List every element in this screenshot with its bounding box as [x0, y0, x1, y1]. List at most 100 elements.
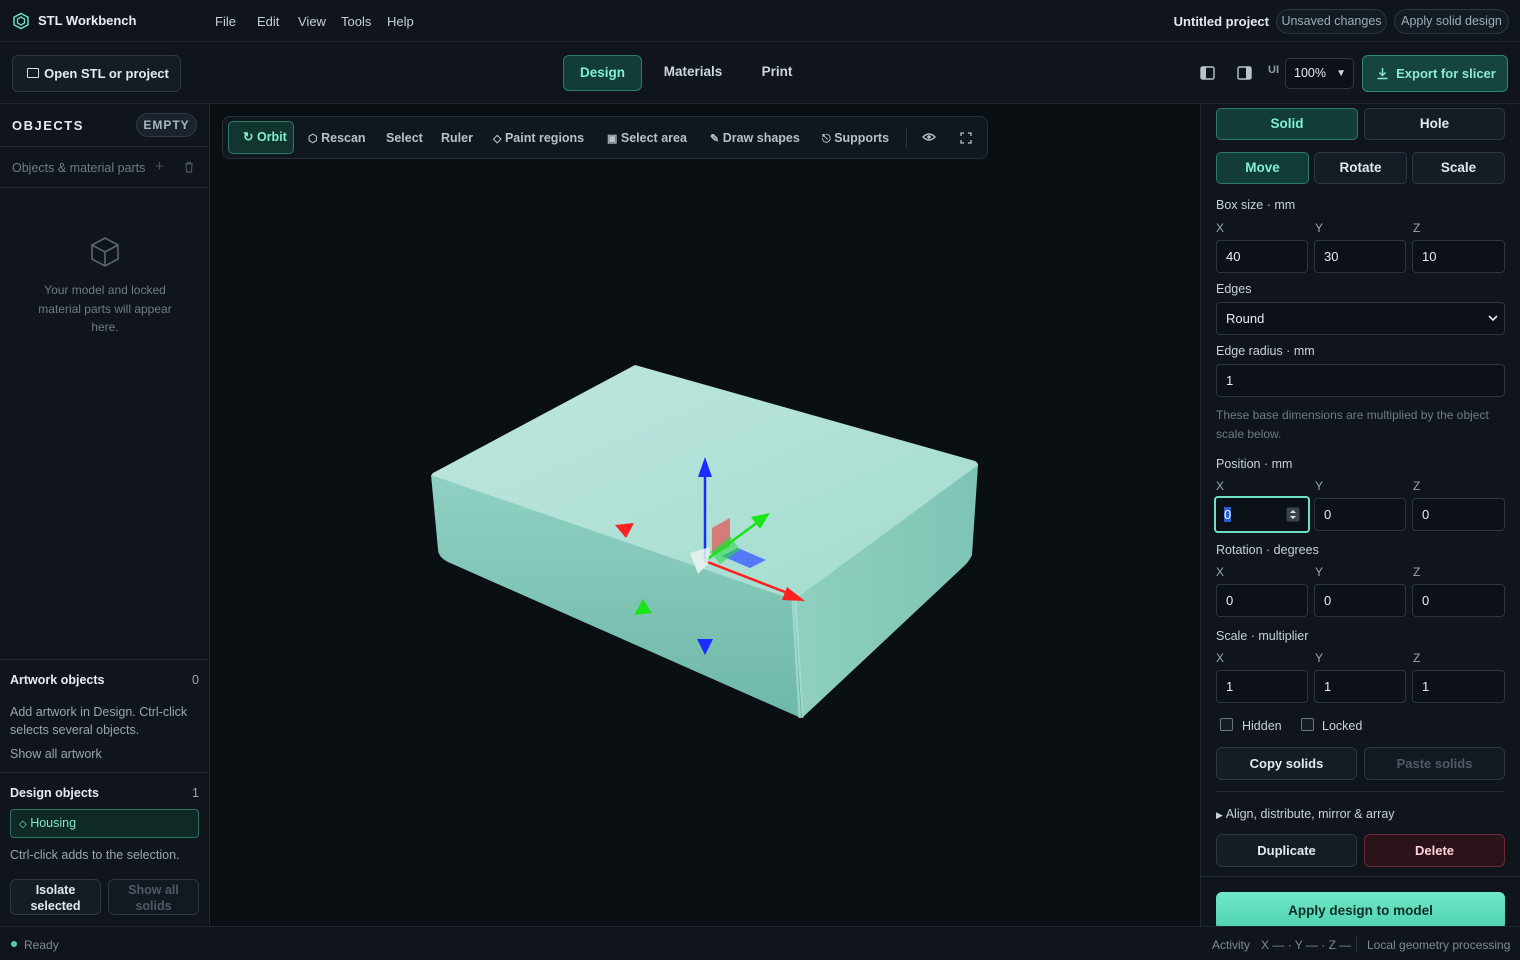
divider [0, 187, 209, 188]
rotate-button[interactable]: Rotate [1314, 152, 1407, 184]
design-objects-title: Design objects [10, 786, 99, 800]
objects-panel [0, 104, 210, 926]
scale-button[interactable]: Scale [1412, 152, 1505, 184]
axis-label-y: Y [1315, 479, 1324, 493]
duplicate-button[interactable]: Duplicate [1216, 834, 1357, 867]
align-distribute-expander[interactable]: ▶ Align, distribute, mirror & array [1216, 807, 1395, 821]
download-icon [1377, 68, 1388, 80]
artwork-count: 0 [192, 673, 199, 687]
axis-label-z: Z [1413, 479, 1421, 493]
project-title: Untitled project [1173, 14, 1269, 29]
diamond-icon: ◇ [19, 819, 27, 830]
scale-y-input[interactable]: 1 [1314, 670, 1406, 703]
scale-x-input[interactable]: 1 [1216, 670, 1308, 703]
artwork-hint: Add artwork in Design. Ctrl-click select… [10, 705, 188, 737]
ui-zoom-select[interactable]: 100% ▼ [1285, 58, 1354, 89]
app-title: STL Workbench [38, 13, 137, 28]
objects-heading: OBJECTS [12, 118, 84, 133]
coordinates-readout: X — · Y — · Z — [1261, 938, 1352, 952]
trash-icon[interactable] [184, 161, 194, 173]
hidden-checkbox[interactable] [1220, 718, 1233, 731]
axis-label-y: Y [1315, 651, 1324, 665]
locked-checkbox[interactable] [1301, 718, 1314, 731]
menu-help[interactable]: Help [387, 14, 414, 29]
position-label: Position · mm [1216, 457, 1293, 471]
menu-file[interactable]: File [215, 14, 236, 29]
edges-label: Edges [1216, 282, 1252, 296]
design-object-housing[interactable]: ◇ Housing [10, 809, 199, 838]
isolate-selected-button[interactable]: Isolate selected [10, 879, 101, 915]
tab-print[interactable]: Print [745, 55, 809, 91]
move-button[interactable]: Move [1216, 152, 1309, 184]
design-count: 1 [192, 786, 199, 800]
status-dot-icon [11, 941, 17, 947]
menu-edit[interactable]: Edit [257, 14, 279, 29]
status-ready: Ready [24, 938, 59, 952]
solid-mode-button[interactable]: Solid [1216, 108, 1358, 140]
cube-icon [91, 237, 119, 267]
rotation-y-input[interactable]: 0 [1314, 584, 1406, 617]
position-z-input[interactable]: 0 [1412, 498, 1505, 531]
divider [1216, 791, 1505, 792]
menu-tools[interactable]: Tools [341, 14, 371, 29]
apply-solid-design-button[interactable]: Apply solid design [1394, 9, 1509, 34]
rotation-z-input[interactable]: 0 [1412, 584, 1505, 617]
tab-materials[interactable]: Materials [651, 55, 735, 91]
axis-label-x: X [1216, 565, 1225, 579]
divider [0, 659, 209, 660]
open-stl-button[interactable]: Open STL or project [12, 55, 181, 92]
rotation-x-input[interactable]: 0 [1216, 584, 1308, 617]
cube-logo-icon [13, 12, 29, 30]
axis-label-z: Z [1413, 565, 1421, 579]
housing-label: Housing [30, 816, 77, 830]
axis-label-y: Y [1315, 221, 1324, 235]
divider [1201, 876, 1520, 877]
copy-solids-button[interactable]: Copy solids [1216, 747, 1357, 780]
apply-design-to-model-button[interactable]: Apply design to model [1216, 892, 1505, 930]
delete-button[interactable]: Delete [1364, 834, 1505, 867]
box-size-x-input[interactable]: 40 [1216, 240, 1308, 273]
folder-icon [27, 68, 39, 78]
position-y-input[interactable]: 0 [1314, 498, 1406, 531]
empty-objects-hint: Your model and locked material parts wil… [38, 283, 172, 334]
objects-parts-label: Objects & material parts [12, 161, 146, 175]
right-panel-toggle-icon[interactable] [1237, 66, 1252, 80]
box-size-label: Box size · mm [1216, 198, 1296, 212]
artwork-objects-title: Artwork objects [10, 673, 105, 687]
axis-label-y: Y [1315, 565, 1324, 579]
hidden-label: Hidden [1242, 719, 1282, 733]
box-size-z-input[interactable]: 10 [1412, 240, 1505, 273]
model-render[interactable] [210, 104, 1200, 926]
axis-label-x: X [1216, 479, 1225, 493]
edge-radius-label: Edge radius · mm [1216, 344, 1315, 358]
tab-design[interactable]: Design [563, 55, 642, 91]
export-for-slicer-button[interactable]: Export for slicer [1362, 55, 1508, 92]
position-x-value: 0 [1224, 507, 1232, 522]
align-distribute-label: Align, distribute, mirror & array [1225, 807, 1395, 821]
show-all-artwork-link[interactable]: Show all artwork [10, 745, 102, 763]
local-processing-label: Local geometry processing [1367, 938, 1511, 952]
edge-radius-input[interactable]: 1 [1216, 364, 1505, 397]
ui-scale-label: UI [1268, 64, 1279, 76]
scale-label: Scale · multiplier [1216, 629, 1309, 643]
paste-solids-button[interactable]: Paste solids [1364, 747, 1505, 780]
axis-label-x: X [1216, 651, 1225, 665]
locked-label: Locked [1322, 719, 1363, 733]
show-all-solids-button[interactable]: Show all solids [108, 879, 199, 915]
add-icon[interactable]: + [155, 158, 164, 175]
activity-label: Activity [1212, 938, 1251, 952]
edges-value: Round [1226, 311, 1265, 326]
left-panel-toggle-icon[interactable] [1200, 66, 1215, 80]
axis-label-x: X [1216, 221, 1225, 235]
position-x-input[interactable]: 0 [1214, 496, 1310, 533]
menu-view[interactable]: View [298, 14, 326, 29]
hole-mode-button[interactable]: Hole [1364, 108, 1505, 140]
divider [0, 146, 209, 147]
spinner-icon[interactable] [1286, 507, 1300, 522]
scale-z-input[interactable]: 1 [1412, 670, 1505, 703]
edges-select[interactable]: Round [1216, 302, 1505, 335]
open-stl-label: Open STL or project [44, 66, 169, 81]
divider [0, 772, 209, 773]
box-size-y-input[interactable]: 30 [1314, 240, 1406, 273]
ui-zoom-value: 100% [1294, 66, 1326, 80]
